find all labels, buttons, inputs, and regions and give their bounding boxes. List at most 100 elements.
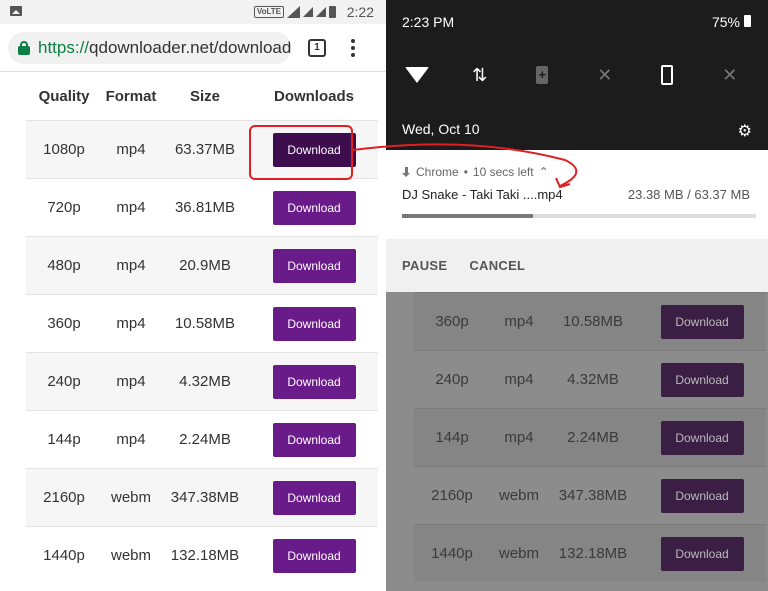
table-row: 2160p webm 347.38MB Download	[414, 466, 766, 524]
table-row: 360p mp4 10.58MB Download	[414, 292, 766, 350]
battery-saver-tile[interactable]: +	[511, 60, 574, 90]
quality-cell: 2160p	[431, 487, 473, 504]
date-label: Wed, Oct 10	[402, 121, 480, 137]
pause-button[interactable]: PAUSE	[402, 258, 447, 273]
cancel-button[interactable]: CANCEL	[469, 258, 525, 273]
bluetooth-off-icon: ✕	[597, 64, 613, 85]
size-cell: 2.24MB	[179, 431, 231, 448]
wifi-signal-icon	[287, 6, 300, 18]
progress-bar-fill	[402, 214, 533, 218]
table-row: 1440p webm 132.18MB Download	[26, 526, 378, 584]
volte-badge: VoLTE	[253, 6, 284, 18]
quality-cell: 480p	[47, 257, 81, 274]
annotation-highlight-box	[249, 125, 353, 180]
header-size: Size	[189, 87, 220, 105]
format-cell: mp4	[116, 199, 146, 216]
size-cell: 36.81MB	[174, 199, 236, 216]
format-cell: mp4	[504, 371, 534, 388]
download-button[interactable]: Download	[272, 364, 356, 399]
table-row: 240p mp4 4.32MB Download	[26, 352, 378, 410]
download-button[interactable]: Download	[272, 538, 356, 573]
download-button: Download	[660, 478, 744, 513]
download-button: Download	[660, 420, 744, 455]
tab-switcher-button[interactable]: 1	[308, 39, 326, 57]
size-cell: 4.32MB	[179, 373, 231, 390]
size-cell: 132.18MB	[558, 545, 628, 562]
quality-cell: 1440p	[43, 547, 85, 564]
format-cell: mp4	[116, 373, 146, 390]
cell-signal-2-icon	[316, 7, 326, 17]
url-bar[interactable]: https:// qdownloader.net/download	[8, 32, 291, 64]
battery-percent: 75%	[711, 14, 740, 30]
dimmed-background-page: 360p mp4 10.58MB Download 240p mp4 4.32M…	[386, 292, 768, 591]
size-cell: 63.37MB	[174, 141, 236, 158]
status-time: 2:23 PM	[402, 14, 455, 30]
wifi-tile[interactable]	[386, 60, 449, 90]
download-button: Download	[660, 304, 744, 339]
status-bar: VoLTE 2:22	[0, 0, 386, 24]
progress-bar	[402, 214, 756, 218]
mobile-data-tile[interactable]: ⇅	[449, 60, 512, 90]
browser-toolbar: https:// qdownloader.net/download 1	[0, 24, 386, 72]
status-time: 2:22	[346, 4, 374, 20]
size-cell: 4.32MB	[567, 371, 619, 388]
table-row: 1440p webm 132.18MB Download	[414, 524, 766, 582]
format-cell: webm	[498, 545, 539, 562]
notification-actions: PAUSE CANCEL	[386, 239, 768, 292]
download-button: Download	[660, 362, 744, 397]
format-cell: mp4	[116, 431, 146, 448]
right-phone-screen: 2:23 PM 75% ⇅ + ✕ ✕ Wed, Oct 10 ⚙ Chrome…	[386, 0, 768, 591]
battery-saver-icon: +	[536, 66, 549, 84]
flashlight-tile[interactable]: ✕	[699, 60, 762, 90]
header-quality: Quality	[38, 87, 90, 105]
notification-time-left: 10 secs left	[472, 165, 534, 179]
wifi-icon	[405, 67, 430, 83]
quality-cell: 1080p	[43, 141, 85, 158]
bluetooth-tile[interactable]: ✕	[574, 60, 637, 90]
rotation-icon	[661, 65, 674, 85]
table-row: 144p mp4 2.24MB Download	[414, 408, 766, 466]
format-cell: mp4	[116, 257, 146, 274]
format-cell: mp4	[116, 315, 146, 332]
table-row: 2160p webm 347.38MB Download	[26, 468, 378, 526]
format-cell: webm	[110, 547, 151, 564]
quick-settings-panel: 2:23 PM 75% ⇅ + ✕ ✕ Wed, Oct 10 ⚙	[386, 0, 768, 150]
download-button[interactable]: Download	[272, 306, 356, 341]
format-cell: mp4	[116, 141, 146, 158]
gear-icon[interactable]: ⚙	[738, 121, 752, 141]
download-button[interactable]: Download	[272, 422, 356, 457]
battery-icon	[329, 6, 336, 18]
left-phone-screen: VoLTE 2:22 https:// qdownloader.net/down…	[0, 0, 386, 591]
table-row: 720p mp4 36.81MB Download	[26, 178, 378, 236]
download-button[interactable]: Download	[272, 480, 356, 515]
download-button[interactable]: Download	[272, 248, 356, 283]
quality-cell: 720p	[47, 199, 81, 216]
chevron-up-icon[interactable]: ⌃	[539, 165, 549, 179]
size-cell: 2.24MB	[567, 429, 619, 446]
notification-app-name: Chrome	[416, 165, 459, 179]
quality-cell: 360p	[47, 315, 81, 332]
quality-cell: 2160p	[43, 489, 85, 506]
notification-filename: DJ Snake - Taki Taki ....mp4	[402, 187, 563, 202]
size-cell: 347.38MB	[170, 489, 240, 506]
rotation-tile[interactable]	[636, 60, 699, 90]
format-cell: mp4	[504, 313, 534, 330]
url-host-path: qdownloader.net/download	[89, 38, 291, 57]
format-cell: mp4	[504, 429, 534, 446]
download-button[interactable]: Download	[272, 190, 356, 225]
header-downloads: Downloads	[273, 87, 354, 105]
quality-cell: 1440p	[431, 545, 473, 562]
table-row: 480p mp4 20.9MB Download	[26, 236, 378, 294]
url-scheme: https://	[38, 38, 90, 57]
download-button: Download	[660, 536, 744, 571]
flashlight-off-icon: ✕	[722, 64, 738, 85]
header-format: Format	[105, 87, 157, 105]
format-cell: webm	[498, 487, 539, 504]
overflow-menu-icon[interactable]	[350, 38, 356, 60]
quality-cell: 360p	[435, 313, 469, 330]
cell-signal-icon	[303, 7, 313, 17]
battery-icon	[744, 15, 751, 27]
quality-cell: 240p	[47, 373, 81, 390]
table-header: Quality Format Size Downloads	[26, 72, 378, 120]
download-notification[interactable]: Chrome • 10 secs left ⌃ DJ Snake - Taki …	[386, 150, 768, 292]
